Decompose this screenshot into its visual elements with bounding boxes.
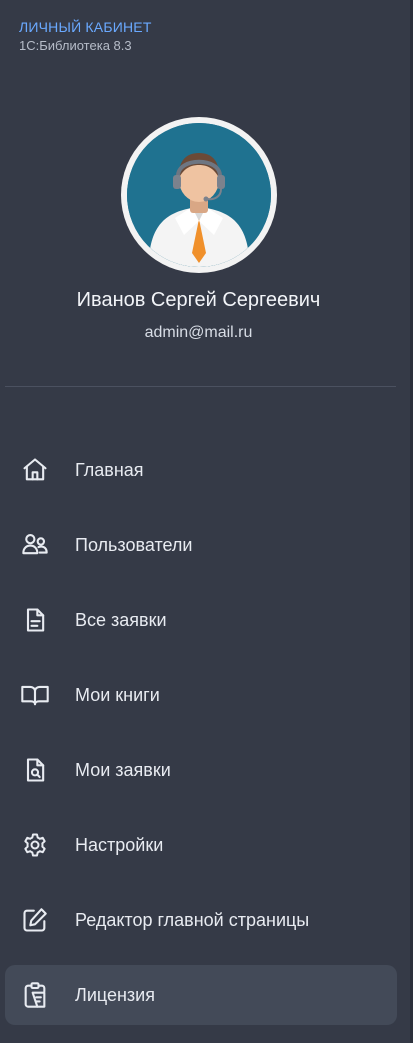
sidebar-item-my-books[interactable]: Мои книги (5, 665, 397, 725)
sidebar-item-label: Пользователи (75, 535, 193, 555)
edit-icon (20, 905, 50, 935)
sidebar-item-my-requests[interactable]: Мои заявки (5, 740, 397, 800)
clipboard-icon (20, 980, 50, 1010)
avatar[interactable] (121, 117, 277, 273)
sidebar-item-settings[interactable]: Настройки (5, 815, 397, 875)
document-icon (20, 605, 50, 635)
user-email: admin@mail.ru (144, 324, 253, 341)
divider (5, 386, 396, 387)
user-avatar-icon (127, 123, 271, 267)
gear-icon (20, 830, 50, 860)
sidebar: ЛИЧНЫЙ КАБИНЕТ 1С:Библиотека 8.3 Иванов … (0, 0, 413, 1043)
sidebar-item-license[interactable]: Лицензия (5, 965, 397, 1025)
app-title: ЛИЧНЫЙ КАБИНЕТ (19, 19, 152, 35)
sidebar-item-all-requests[interactable]: Все заявки (5, 590, 397, 650)
sidebar-item-users[interactable]: Пользователи (5, 515, 397, 575)
sidebar-item-label: Лицензия (75, 985, 155, 1005)
app-subtitle: 1С:Библиотека 8.3 (19, 38, 132, 53)
users-icon (20, 530, 50, 560)
home-icon (20, 455, 50, 485)
sidebar-item-label: Мои книги (75, 685, 160, 705)
user-name: Иванов Сергей Сергеевич (76, 289, 321, 311)
sidebar-item-label: Настройки (75, 835, 164, 855)
sidebar-item-label: Все заявки (75, 610, 167, 630)
sidebar-menu: Главная Пользователи Все заявки Мои книг… (5, 440, 397, 1040)
book-icon (20, 680, 50, 710)
brand: ЛИЧНЫЙ КАБИНЕТ 1С:Библиотека 8.3 (19, 18, 152, 54)
sidebar-item-label: Мои заявки (75, 760, 171, 780)
sidebar-item-label: Главная (75, 460, 144, 480)
sidebar-item-homepage-editor[interactable]: Редактор главной страницы (5, 890, 397, 950)
document-search-icon (20, 755, 50, 785)
sidebar-item-label: Редактор главной страницы (75, 910, 310, 930)
sidebar-item-home[interactable]: Главная (5, 440, 397, 500)
